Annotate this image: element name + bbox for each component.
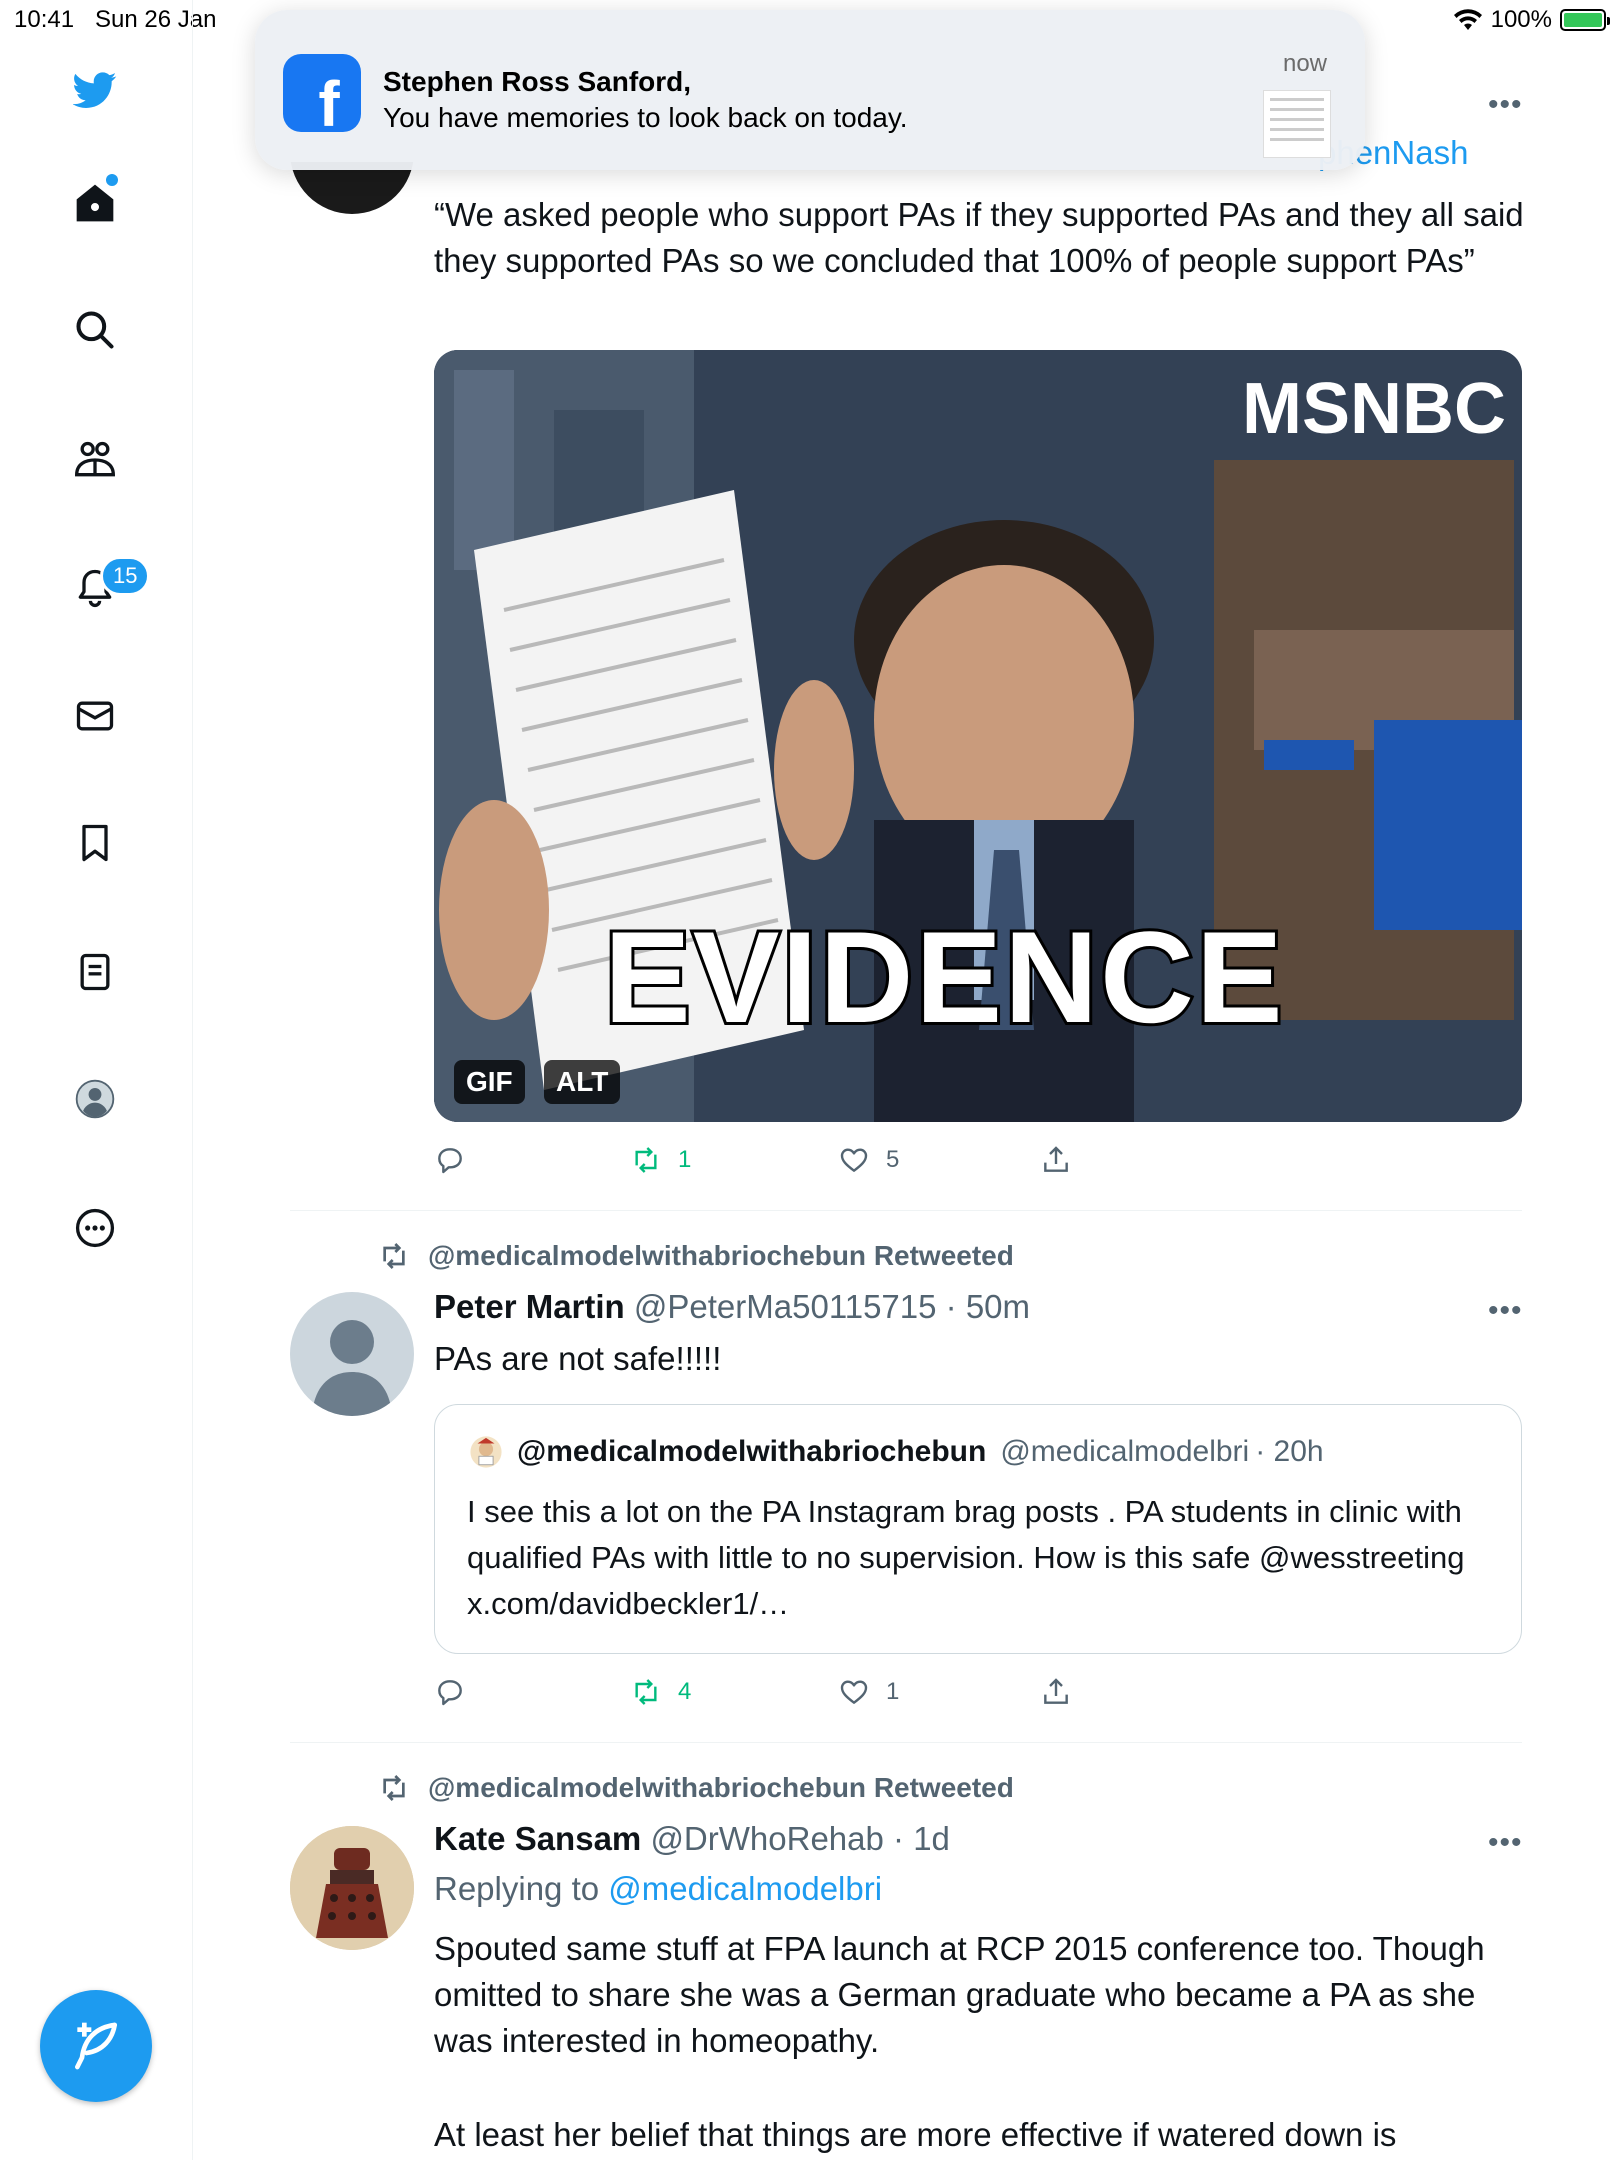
- tweet2-author-handle[interactable]: @PeterMa50115715: [634, 1288, 937, 1325]
- tweet1-retweet-count: 1: [678, 1146, 692, 1173]
- tweet1-more-icon[interactable]: •••: [1488, 88, 1523, 122]
- bookmarks-icon[interactable]: [67, 815, 123, 871]
- sidebar: 15: [0, 0, 193, 2160]
- home-new-indicator: [106, 174, 118, 186]
- tweet2-retweeted-by[interactable]: @medicalmodelwithabriochebun Retweeted: [428, 1240, 1014, 1272]
- search-icon[interactable]: [67, 302, 123, 358]
- tweet3-more-icon[interactable]: •••: [1488, 1826, 1523, 1860]
- tweet1-like-button[interactable]: 5: [838, 1144, 899, 1176]
- tweet2-like-count: 1: [886, 1678, 900, 1705]
- quoted-avatar-icon: [470, 1436, 502, 1468]
- tweet2-author-line: Peter Martin @PeterMa50115715 · 50m: [434, 1288, 1030, 1326]
- default-avatar-icon: [312, 1320, 392, 1416]
- tweet3-retweeted-by[interactable]: @medicalmodelwithabriochebun Retweeted: [428, 1772, 1014, 1804]
- notification-title: Stephen Ross Sanford,: [383, 66, 692, 97]
- tweet2-like-button[interactable]: 1: [838, 1676, 899, 1708]
- dalek-avatar-icon: [290, 1826, 414, 1950]
- notification-count-badge: 15: [100, 556, 151, 596]
- tweet-divider: [290, 1742, 1522, 1743]
- tweet-divider: [290, 1210, 1522, 1211]
- tweet3-author-handle[interactable]: @DrWhoRehab: [650, 1820, 883, 1857]
- tweet2-text: PAs are not safe!!!!!: [434, 1340, 722, 1377]
- battery-icon: [1560, 9, 1610, 31]
- tweet2-timestamp[interactable]: · 50m: [946, 1288, 1030, 1325]
- tweet3-avatar[interactable]: [290, 1826, 414, 1950]
- gif-label: GIF: [454, 1060, 525, 1104]
- wifi-icon: [1453, 9, 1482, 30]
- msnbc-logo: MSNBC: [1242, 369, 1506, 449]
- status-right: 100%: [1453, 6, 1610, 34]
- lists-icon[interactable]: [67, 944, 123, 1000]
- quoted-author-handle: @medicalmodelbri: [1000, 1435, 1250, 1468]
- retweet-icon: [635, 1147, 657, 1173]
- reply-icon: [438, 1680, 462, 1706]
- alt-text-button[interactable]: ALT: [544, 1060, 621, 1104]
- quoted-author-name: @medicalmodelwithabriochebun: [517, 1435, 987, 1468]
- tweet2-author-name[interactable]: Peter Martin: [434, 1288, 625, 1325]
- share-icon: [1044, 1146, 1068, 1172]
- tweet1-retweet-button[interactable]: 1: [630, 1144, 691, 1176]
- tweet2-quoted-tweet[interactable]: @medicalmodelwithabriochebun @medicalmod…: [434, 1404, 1522, 1654]
- tweet2-actions: 4 1: [434, 1676, 1534, 1716]
- compose-tweet-button[interactable]: [40, 1990, 152, 2102]
- tweet2-share-button[interactable]: [1040, 1676, 1072, 1708]
- tweet1-gif-media[interactable]: MSNBC EVIDENCE GIF ALT: [434, 350, 1522, 1122]
- tweet3-timestamp[interactable]: · 1d: [893, 1820, 950, 1857]
- communities-icon[interactable]: [67, 432, 123, 488]
- retweet-icon: [635, 1679, 657, 1705]
- tweet3-retweeted-header: @medicalmodelwithabriochebun Retweeted: [376, 1772, 1014, 1804]
- tweet2-more-icon[interactable]: •••: [1488, 1294, 1523, 1328]
- replying-to-handle[interactable]: @medicalmodelbri: [608, 1870, 882, 1907]
- tweet2-retweet-count: 4: [678, 1678, 692, 1705]
- tweet2-avatar[interactable]: [290, 1292, 414, 1416]
- quoted-tweet-header: @medicalmodelwithabriochebun @medicalmod…: [469, 1435, 1324, 1469]
- tweet2-retweeted-header: @medicalmodelwithabriochebun Retweeted: [376, 1240, 1014, 1272]
- tweet1-actions: 1 5: [434, 1144, 1534, 1184]
- retweet-small-icon: [383, 1775, 405, 1801]
- tweet1-share-button[interactable]: [1040, 1144, 1072, 1176]
- tweet2-reply-button[interactable]: [434, 1676, 466, 1708]
- share-icon: [1044, 1678, 1068, 1704]
- notification-body: You have memories to look back on today.: [383, 102, 908, 133]
- tweet3-author-line: Kate Sansam @DrWhoRehab · 1d: [434, 1820, 950, 1858]
- messages-envelope-icon[interactable]: [67, 688, 123, 744]
- facebook-app-icon: f: [283, 54, 361, 132]
- tweet2-retweet-button[interactable]: 4: [630, 1676, 691, 1708]
- tweet1-text: “We asked people who support PAs if they…: [434, 196, 1524, 279]
- reply-icon: [438, 1148, 462, 1174]
- facebook-notification-banner[interactable]: f Stephen Ross Sanford, You have memorie…: [255, 10, 1365, 170]
- tweet3-text-paragraph-1: Spouted same stuff at FPA launch at RCP …: [434, 1930, 1485, 2059]
- heart-icon: [840, 1148, 868, 1172]
- profile-avatar-icon[interactable]: [67, 1071, 123, 1127]
- more-circle-icon[interactable]: [67, 1200, 123, 1256]
- heart-icon: [840, 1680, 868, 1704]
- notification-thumbnail: [1263, 90, 1331, 158]
- tweet3-author-name[interactable]: Kate Sansam: [434, 1820, 641, 1857]
- battery-percent: 100%: [1490, 6, 1552, 33]
- tweet3-replying-to: Replying to @medicalmodelbri: [434, 1870, 882, 1908]
- tweet1-like-count: 5: [886, 1146, 900, 1173]
- replying-to-label: Replying to: [434, 1870, 600, 1907]
- compose-feather-icon: [75, 2022, 117, 2070]
- twitter-logo-icon[interactable]: [67, 62, 123, 118]
- tweet3-text-paragraph-2: At least her belief that things are more…: [434, 2116, 1397, 2153]
- notification-time: now: [1282, 50, 1327, 77]
- quoted-timestamp: · 20h: [1255, 1435, 1324, 1468]
- retweet-small-icon: [383, 1243, 405, 1269]
- quoted-tweet-text: I see this a lot on the PA Instagram bra…: [467, 1494, 1465, 1621]
- gif-caption-evidence: EVIDENCE: [601, 901, 1286, 1053]
- tweet1-reply-button[interactable]: [434, 1144, 466, 1176]
